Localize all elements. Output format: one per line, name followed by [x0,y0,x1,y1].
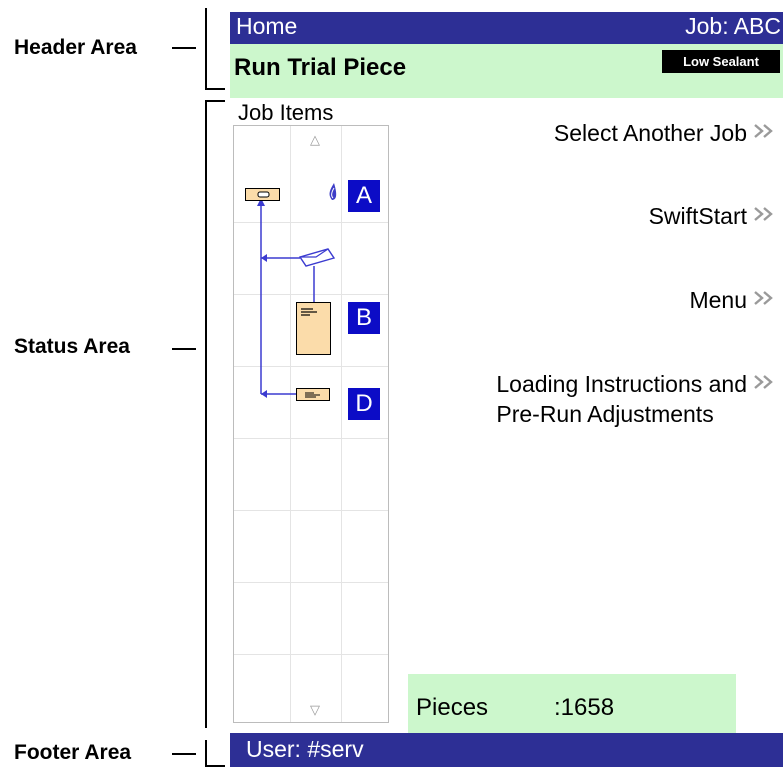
callout-status-area: Status Area [14,335,130,358]
job-items-label: Job Items [238,100,334,125]
item-d-envelope-icon[interactable] [296,388,332,404]
menu-item-label-line2: Pre-Run Adjustments [496,401,714,427]
menu-item-label: Select Another Job [553,120,747,146]
pieces-counter: Pieces :1658 [408,674,736,736]
status-bracket-tick-top [205,100,225,102]
double-chevron-right-icon [754,375,773,389]
header-bar: Home Job: ABC [230,12,783,44]
callout-header-area: Header Area [14,36,137,59]
callout-footer-area: Footer Area [14,741,132,764]
home-button[interactable]: Home [236,13,297,40]
menu-select-another-job[interactable]: Select Another Job [554,118,775,148]
page-title: Run Trial Piece [234,54,407,81]
item-tag-d[interactable]: D [348,388,380,420]
item-tag-a[interactable]: A [348,180,380,212]
menu-loading-instructions[interactable]: Loading Instructions and Pre-Run Adjustm… [496,369,775,429]
menu-item-label: Loading Instructions and Pre-Run Adjustm… [496,369,747,429]
item-a-card-icon[interactable] [245,188,281,206]
menu-swiftstart[interactable]: SwiftStart [649,201,775,231]
footer-bracket [205,740,207,767]
menu-item-label-line1: Loading Instructions and [496,371,747,397]
header-bracket-tick-bottom [205,88,225,90]
grid-line [234,582,388,583]
scroll-down-icon[interactable]: ▽ [310,702,320,718]
job-name: Job: ABC [685,13,781,39]
low-sealant-badge: Low Sealant [662,50,780,73]
callout-footer-line [172,753,196,755]
double-chevron-right-icon [754,124,773,138]
callout-header-line [172,47,196,49]
job-items-flow-diagram [257,198,315,398]
double-chevron-right-icon [754,207,773,221]
job-items-panel[interactable]: △ ▽ A B D [233,125,389,723]
menu-menu[interactable]: Menu [689,285,775,315]
menu-item-label: SwiftStart [648,203,747,229]
header-bracket [205,8,207,90]
grid-line [234,438,388,439]
status-bracket [205,100,207,728]
envelope-icon[interactable] [298,247,336,269]
user-label: User: #serv [246,736,364,762]
double-chevron-right-icon [754,291,773,305]
menu-item-label: Menu [689,287,747,313]
footer-bar: User: #serv [230,733,783,767]
grid-line [234,654,388,655]
item-tag-b[interactable]: B [348,302,380,334]
callout-status-line [172,348,196,350]
item-b-sheet-icon[interactable] [296,302,332,358]
grid-line [234,510,388,511]
pieces-label: Pieces [416,694,489,721]
pieces-value: :1658 [554,694,615,721]
device-screen: Home Job: ABC Run Trial Piece Low Sealan… [230,12,783,767]
sealant-drop-icon [329,183,337,200]
